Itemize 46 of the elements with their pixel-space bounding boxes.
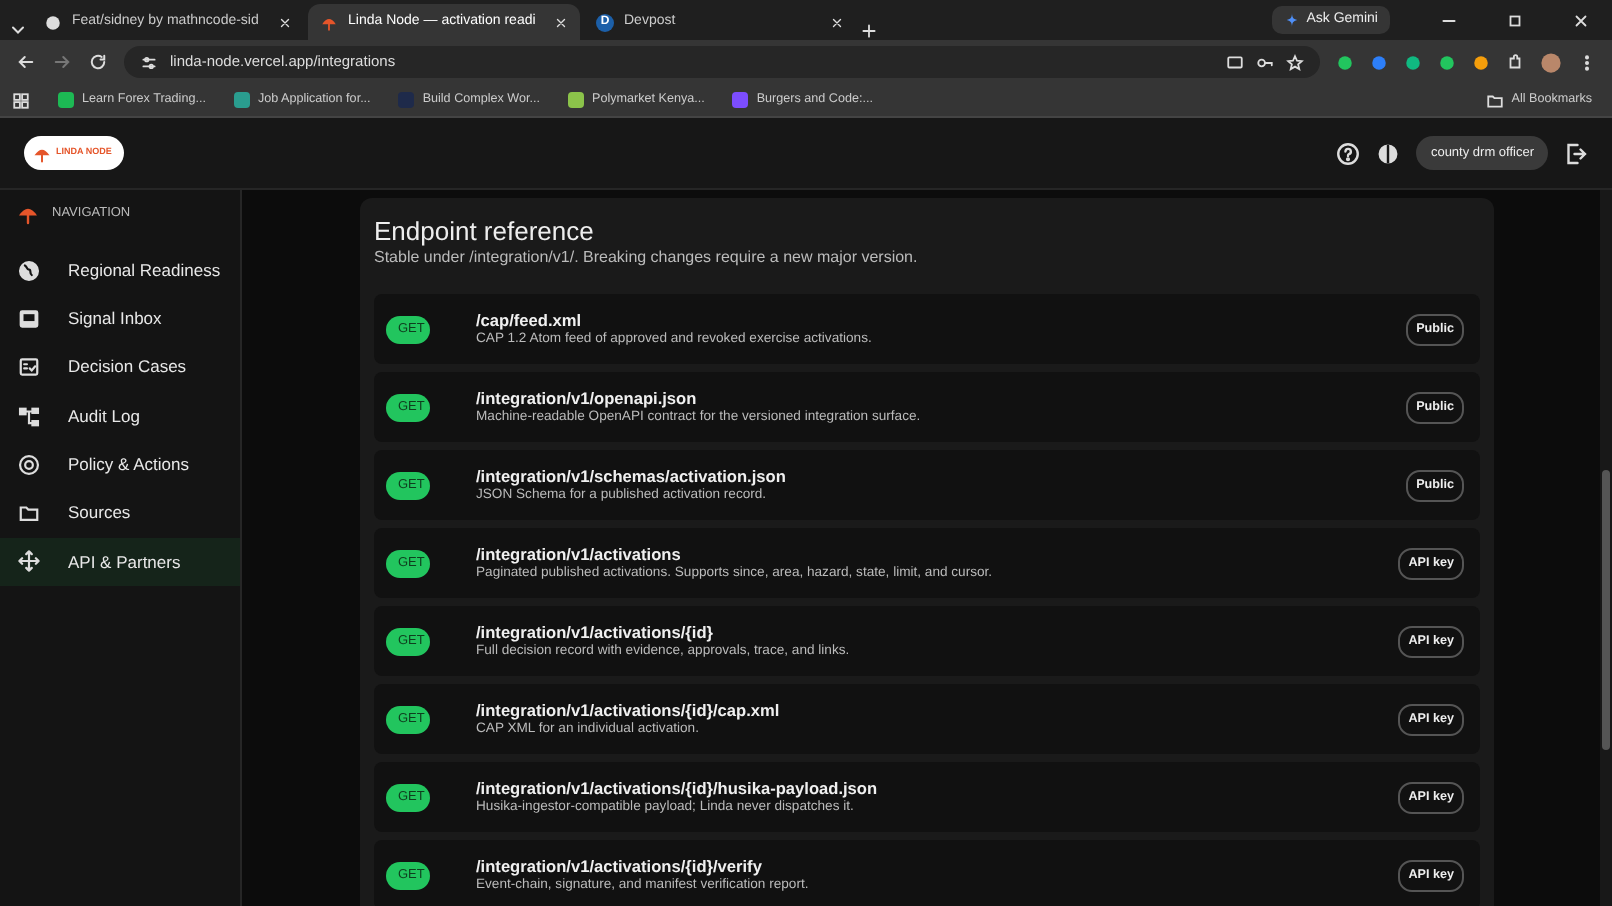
star-icon[interactable] xyxy=(1286,53,1304,71)
checklist-icon xyxy=(18,356,40,379)
forward-icon[interactable] xyxy=(52,52,72,72)
puzzle-icon[interactable] xyxy=(1506,53,1524,71)
endpoint-path: /integration/v1/activations/{id}/husika-payload.json xyxy=(476,777,880,800)
close-icon[interactable] xyxy=(554,15,568,29)
nav-item[interactable]: Regional Readiness xyxy=(0,246,240,295)
apps-icon[interactable] xyxy=(12,91,30,109)
nav-item[interactable]: API & Partners xyxy=(0,537,240,587)
folder-icon xyxy=(1485,91,1504,109)
close-icon[interactable] xyxy=(278,15,292,29)
endpoint-path: /cap/feed.xml xyxy=(476,309,584,332)
restore-icon[interactable] xyxy=(1506,12,1524,30)
endpoint-path: /integration/v1/activations/{id}/cap.xml xyxy=(476,699,782,722)
close-icon[interactable] xyxy=(1572,12,1590,30)
new-tab-icon[interactable] xyxy=(860,22,878,40)
folder-icon xyxy=(18,502,40,525)
logout-icon[interactable] xyxy=(1564,141,1588,165)
avatar-icon[interactable] xyxy=(1540,51,1562,73)
umbrella-icon xyxy=(320,13,338,31)
nav-item[interactable]: Audit Log xyxy=(0,391,240,441)
theme-icon[interactable] xyxy=(1376,141,1401,165)
nav-item[interactable]: Signal Inbox xyxy=(0,294,240,344)
inbox-icon xyxy=(18,307,40,330)
reload-icon[interactable] xyxy=(88,52,108,72)
nav-item[interactable]: Decision Cases xyxy=(0,343,240,392)
site-settings-icon[interactable] xyxy=(140,53,158,71)
sparkle-icon xyxy=(1284,11,1301,28)
endpoint-path: /integration/v1/activations xyxy=(476,543,683,566)
panel-title: Endpoint reference xyxy=(374,218,596,247)
panel-subtitle: Stable under /integration/v1/. Breaking changes require a new major version. xyxy=(374,246,920,271)
back-icon[interactable] xyxy=(16,52,36,72)
endpoint-path: /integration/v1/schemas/activation.json xyxy=(476,465,788,488)
screen-icon[interactable] xyxy=(1226,53,1244,71)
close-icon[interactable] xyxy=(830,15,844,29)
endpoint-path: /integration/v1/activations/{id} xyxy=(476,621,715,644)
endpoint-path: /integration/v1/openapi.json xyxy=(476,387,699,410)
nav-item[interactable]: Sources xyxy=(0,488,240,538)
help-icon[interactable] xyxy=(1336,141,1361,165)
hierarchy-icon xyxy=(18,405,40,428)
scroll-thumb[interactable] xyxy=(1602,470,1610,750)
endpoint-path: /integration/v1/activations/{id}/verify xyxy=(476,855,764,878)
nav-item[interactable]: Policy & Actions xyxy=(0,440,240,489)
target-icon xyxy=(18,453,40,476)
key-icon[interactable] xyxy=(1256,53,1274,71)
move-arrows-icon xyxy=(18,550,40,573)
